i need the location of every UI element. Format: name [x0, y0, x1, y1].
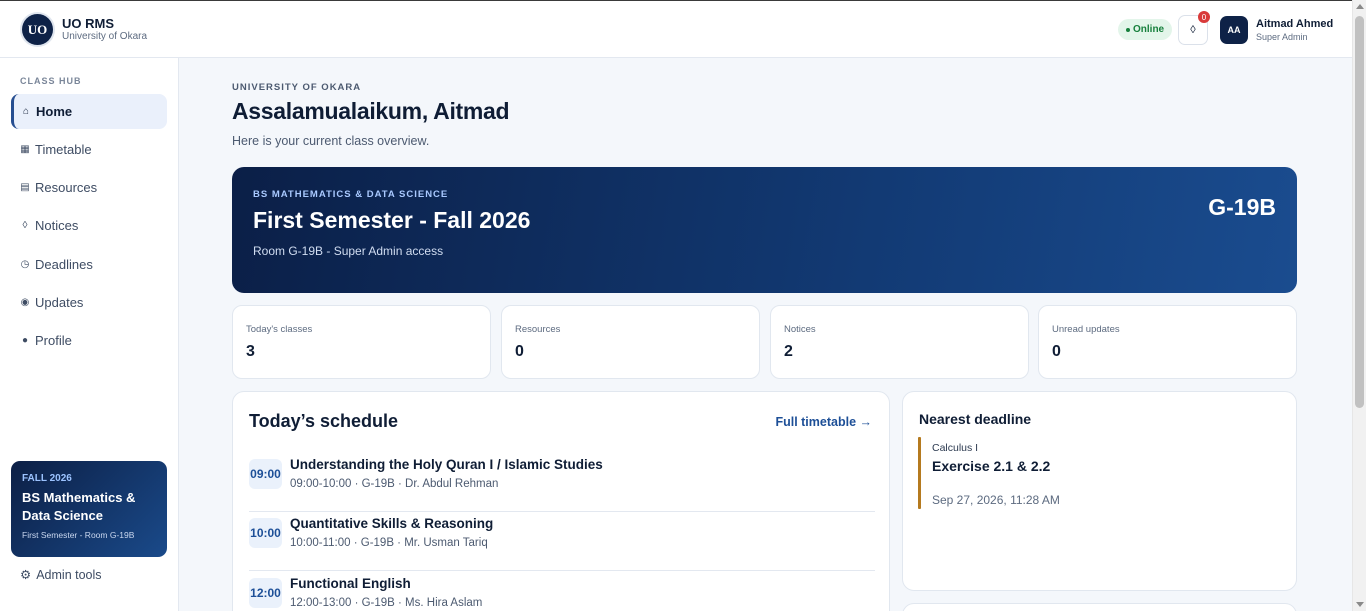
hero-section-code: G-19B — [1208, 194, 1276, 220]
home-icon: ⌂ — [22, 106, 30, 117]
class-meta: 09:00-10:00 · G-19B · Dr. Abdul Rehman — [290, 478, 499, 490]
deadline-title: Nearest deadline — [919, 411, 1032, 427]
sidebar-item-deadlines[interactable]: ◷ Deadlines — [11, 247, 167, 282]
schedule-row[interactable]: 10:00 Quantitative Skills & Reasoning 10… — [249, 512, 875, 571]
class-meta: 12:00-13:00 · G-19B · Ms. Hira Aslam — [290, 597, 483, 609]
user-avatar[interactable]: AA — [1220, 16, 1248, 44]
todays-schedule-panel: Today’s schedule Full timetable → 09:00 … — [232, 391, 890, 611]
university-name: University of Okara — [62, 31, 148, 42]
schedule-title: Today’s schedule — [249, 411, 399, 431]
class-time-badge: 10:00 — [249, 518, 282, 548]
timetable-icon: ▦ — [20, 144, 30, 155]
page-eyebrow: UNIVERSITY OF OKARA — [232, 82, 362, 93]
sidebar-item-label: Timetable — [35, 142, 92, 157]
user-name: Aitmad Ahmed — [1256, 18, 1334, 30]
online-status-badge: Online — [1118, 19, 1173, 40]
sidebar-section-label: CLASS HUB — [20, 76, 82, 86]
nearest-deadline-panel[interactable]: Nearest deadline Calculus I Exercise 2.1… — [902, 391, 1297, 591]
course-name: Understanding the Holy Quran I / Islamic… — [290, 457, 603, 472]
schedule-row[interactable]: 12:00 Functional English 12:00-13:00 · G… — [249, 572, 875, 611]
user-info[interactable]: Aitmad Ahmed Super Admin — [1256, 18, 1333, 44]
sidebar-item-updates[interactable]: ◉ Updates — [11, 285, 167, 320]
class-detail: First Semester - Room G-19B — [22, 530, 135, 540]
user-role: Super Admin — [1256, 32, 1308, 42]
gear-icon: ⚙ — [20, 568, 32, 582]
page-subtitle: Here is your current class overview. — [232, 134, 430, 148]
hero-program: BS MATHEMATICS & DATA SCIENCE — [253, 189, 449, 200]
deadline-task: Exercise 2.1 & 2.2 — [932, 458, 1051, 474]
stat-card-notices[interactable]: Notices 2 — [770, 305, 1029, 379]
deadline-date: Sep 27, 2026, 11:28 AM — [932, 493, 1060, 507]
deadline-accent-bar — [918, 437, 921, 509]
schedule-row[interactable]: 09:00 Understanding the Holy Quran I / I… — [249, 453, 875, 512]
page-title: Assalamualaikum, Aitmad — [232, 98, 510, 124]
stat-label: Unread updates — [1052, 324, 1120, 335]
notifications-button[interactable]: ◊ 0 — [1178, 11, 1210, 45]
brand-text: UO RMS University of Okara — [62, 16, 147, 43]
hero-room: Room G-19B - Super Admin access — [253, 244, 444, 258]
class-meta: 10:00-11:00 · G-19B · Mr. Usman Tariq — [290, 537, 488, 549]
status-dot-icon — [1126, 27, 1130, 32]
full-timetable-link[interactable]: Full timetable → — [775, 415, 872, 429]
sidebar-item-notices[interactable]: ◊ Notices — [11, 208, 167, 243]
sidebar-item-resources[interactable]: ▤ Resources — [11, 170, 167, 205]
sidebar-item-label: Profile — [35, 333, 72, 348]
class-time-badge: 09:00 — [249, 459, 282, 489]
hero-semester: First Semester - Fall 2026 — [253, 207, 531, 233]
scroll-up-arrow-icon[interactable] — [1356, 4, 1364, 9]
sidebar-item-profile[interactable]: ● Profile — [11, 323, 167, 358]
notices-icon: ◊ — [22, 220, 28, 231]
stat-label: Notices — [784, 324, 816, 335]
main-content: UNIVERSITY OF OKARA Assalamualaikum, Ait… — [180, 58, 1352, 611]
term-label: FALL 2026 — [22, 473, 72, 484]
scrollbar-thumb[interactable] — [1355, 16, 1364, 408]
brand[interactable]: UO UO RMS University of Okara — [22, 14, 147, 45]
class-hero-banner: BS MATHEMATICS & DATA SCIENCE First Seme… — [232, 167, 1297, 293]
stat-label: Today's classes — [246, 324, 313, 335]
current-class-card: FALL 2026 BS Mathematics & Data Science … — [11, 461, 167, 557]
scroll-down-arrow-icon[interactable] — [1356, 602, 1364, 607]
resources-icon: ▤ — [20, 182, 30, 193]
class-time-badge: 12:00 — [249, 578, 282, 608]
stat-label: Resources — [515, 324, 561, 335]
sidebar-item-label: Updates — [35, 295, 84, 310]
stat-value: 0 — [515, 343, 524, 360]
diamond-bell-icon: ◊ — [1190, 24, 1196, 36]
university-logo: UO — [22, 14, 53, 45]
stat-card-resources[interactable]: Resources 0 — [501, 305, 760, 379]
sidebar-item-label: Resources — [35, 180, 98, 195]
notification-count-badge: 0 — [1198, 11, 1210, 23]
stat-card-todays-classes[interactable]: Today's classes 3 — [232, 305, 491, 379]
sidebar-item-timetable[interactable]: ▦ Timetable — [11, 132, 167, 167]
deadline-course: Calculus I — [932, 442, 979, 454]
sidebar: CLASS HUB ⌂ Home ▦ Timetable ▤ Resources… — [0, 58, 179, 611]
top-header: UO UO RMS University of Okara Online ◊ 0… — [0, 0, 1352, 58]
online-status-label: Online — [1133, 24, 1165, 35]
sidebar-item-label: Deadlines — [35, 257, 93, 272]
stat-value: 2 — [784, 343, 793, 360]
program-name: BS Mathematics & Data Science — [22, 490, 136, 523]
app-name: UO RMS — [62, 16, 114, 31]
stat-value: 3 — [246, 343, 255, 360]
next-panel-peek — [902, 603, 1297, 611]
stat-value: 0 — [1052, 343, 1061, 360]
course-name: Functional English — [290, 576, 411, 591]
profile-icon: ● — [21, 335, 29, 346]
course-name: Quantitative Skills & Reasoning — [290, 516, 494, 531]
clock-icon: ◷ — [20, 259, 30, 270]
sidebar-item-label: Home — [36, 104, 73, 119]
sidebar-item-label: Notices — [35, 218, 79, 233]
stat-card-unread-updates[interactable]: Unread updates 0 — [1038, 305, 1297, 379]
sidebar-item-home[interactable]: ⌂ Home — [11, 94, 167, 129]
admin-tools-link[interactable]: ⚙ Admin tools — [20, 567, 102, 583]
page-scrollbar[interactable] — [1352, 0, 1366, 611]
admin-tools-label: Admin tools — [36, 567, 102, 582]
updates-icon: ◉ — [20, 297, 30, 308]
